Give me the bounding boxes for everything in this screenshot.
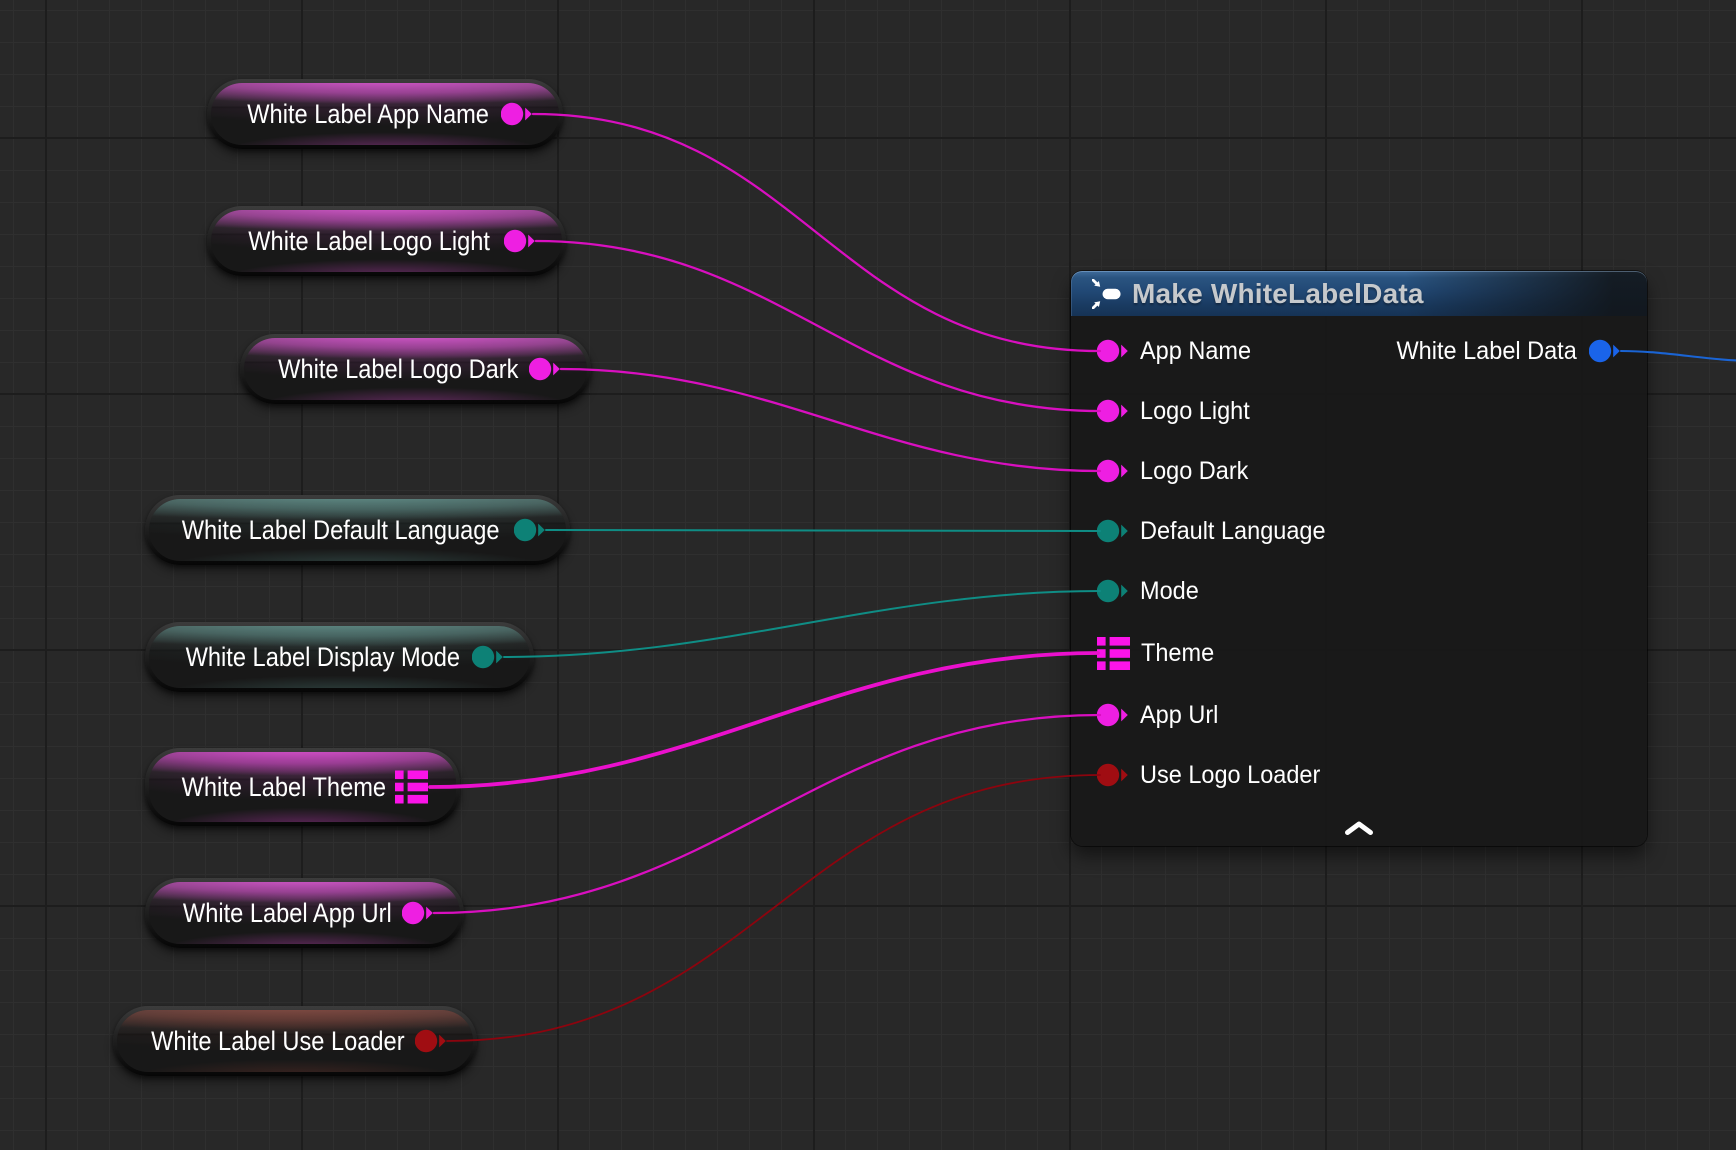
output-row-white-label-data[interactable]: White Label Data — [1385, 333, 1621, 369]
variable-node-logo-dark[interactable]: White Label Logo Dark — [240, 334, 591, 404]
variable-node-app-url[interactable]: White Label App Url — [145, 878, 464, 948]
input-row-default-language[interactable]: Default Language — [1097, 513, 1337, 549]
input-label: App Url — [1140, 701, 1223, 730]
output-pin-v_theme[interactable] — [395, 771, 428, 804]
variable-label: White Label App Url — [177, 882, 398, 944]
nodes-layer: White Label App Name White Label Logo Lig… — [0, 0, 1736, 1150]
variable-node-default-language[interactable]: White Label Default Language — [145, 495, 570, 565]
input-row-mode[interactable]: Mode — [1097, 573, 1203, 609]
input-pin-in_app_name[interactable] — [1097, 338, 1129, 364]
variable-label: White Label Use Loader — [145, 1010, 411, 1072]
input-row-logo-light[interactable]: Logo Light — [1097, 393, 1257, 429]
input-pin-in_mode[interactable] — [1097, 578, 1129, 604]
input-label: App Name — [1140, 337, 1258, 366]
output-pin-v_logo_light[interactable] — [504, 228, 536, 254]
variable-node-logo-light[interactable]: White Label Logo Light — [207, 206, 566, 276]
input-label: Use Logo Loader — [1140, 761, 1332, 790]
output-pin-v_display_mode[interactable] — [472, 644, 504, 670]
input-label: Logo Dark — [1140, 457, 1255, 486]
output-pin-v_app_url[interactable] — [402, 900, 434, 926]
variable-node-theme[interactable]: White Label Theme — [145, 748, 460, 826]
variable-label: White Label Default Language — [177, 499, 504, 561]
input-label: Default Language — [1140, 517, 1337, 546]
input-label: Mode — [1140, 577, 1203, 606]
output-pin-v_app_name[interactable] — [501, 101, 533, 127]
output-pin-v_use_loader[interactable] — [415, 1028, 447, 1054]
pill-body: White Label App Url — [149, 882, 460, 944]
variable-node-app-name[interactable]: White Label App Name — [207, 79, 563, 149]
variable-label: White Label Logo Light — [239, 210, 500, 272]
make-whitelabeldata-node[interactable]: Make WhiteLabelData App Name Logo Light Log… — [1071, 271, 1647, 846]
pill-body: White Label App Name — [211, 83, 559, 145]
input-row-app-name[interactable]: App Name — [1097, 333, 1258, 369]
output-pin-v_default_language[interactable] — [514, 517, 546, 543]
variable-label: White Label Theme — [185, 752, 382, 822]
make-struct-icon — [1092, 279, 1122, 309]
input-pin-in_logo_dark[interactable] — [1097, 458, 1129, 484]
input-pin-in_logo_light[interactable] — [1097, 398, 1129, 424]
variable-node-display-mode[interactable]: White Label Display Mode — [145, 622, 534, 692]
input-label: Theme — [1141, 639, 1219, 668]
output-label: White Label Data — [1385, 337, 1577, 366]
variable-label: White Label Display Mode — [177, 626, 468, 688]
node-title-bar[interactable]: Make WhiteLabelData — [1071, 271, 1647, 316]
blueprint-canvas[interactable]: White Label App Name White Label Logo Lig… — [0, 0, 1736, 1150]
pill-body: White Label Default Language — [149, 499, 566, 561]
pill-body: White Label Use Loader — [117, 1010, 473, 1072]
pill-body: White Label Logo Dark — [244, 338, 587, 400]
variable-node-use-loader[interactable]: White Label Use Loader — [113, 1006, 477, 1076]
input-row-logo-dark[interactable]: Logo Dark — [1097, 453, 1255, 489]
input-row-app-url[interactable]: App Url — [1097, 697, 1223, 733]
variable-label: White Label Logo Dark — [272, 338, 525, 400]
input-pin-in_theme[interactable] — [1097, 637, 1130, 670]
input-pin-in_use_logo_loader[interactable] — [1097, 762, 1129, 788]
input-row-theme[interactable]: Theme — [1097, 635, 1219, 671]
variable-label: White Label App Name — [239, 83, 497, 145]
input-label: Logo Light — [1140, 397, 1257, 426]
pill-body: White Label Display Mode — [149, 626, 530, 688]
chevron-up-icon[interactable] — [1342, 820, 1376, 836]
output-pin-out_white_label_data[interactable] — [1589, 338, 1621, 364]
input-pin-in_app_url[interactable] — [1097, 702, 1129, 728]
pill-body: White Label Logo Light — [211, 210, 562, 272]
input-row-use-logo-loader[interactable]: Use Logo Loader — [1097, 757, 1332, 793]
output-pin-v_logo_dark[interactable] — [529, 356, 561, 382]
node-title: Make WhiteLabelData — [1132, 278, 1424, 310]
pill-body: White Label Theme — [149, 752, 456, 822]
input-pin-in_default_language[interactable] — [1097, 518, 1129, 544]
